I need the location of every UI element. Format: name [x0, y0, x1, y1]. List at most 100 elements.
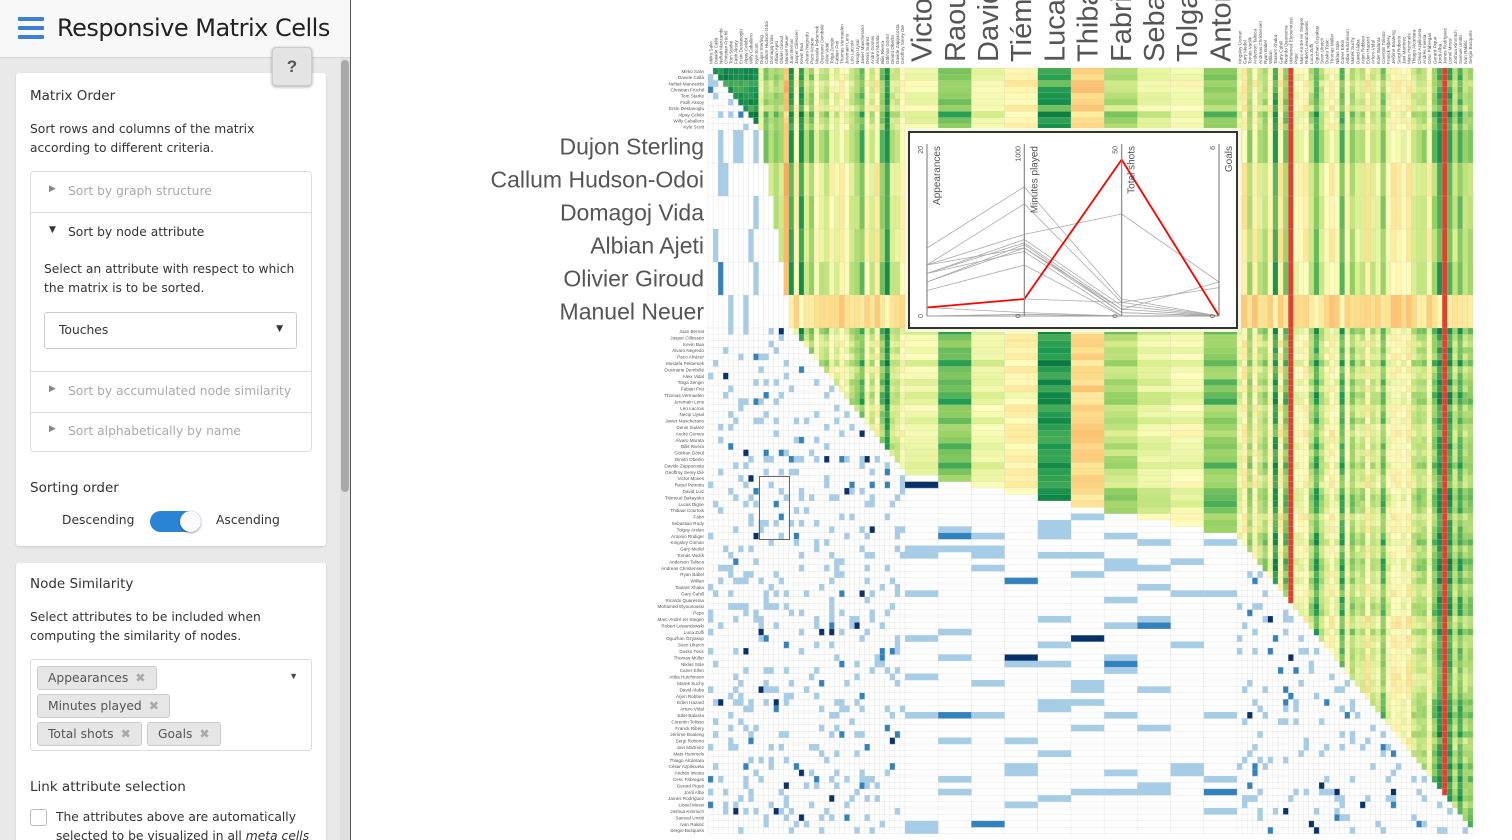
matrix-cell[interactable] — [1349, 590, 1356, 597]
matrix-cell[interactable] — [1277, 385, 1284, 393]
matrix-cell[interactable] — [1334, 99, 1340, 106]
matrix-cell[interactable] — [839, 229, 845, 263]
matrix-cell[interactable] — [1370, 475, 1376, 482]
matrix-cell[interactable] — [1267, 532, 1274, 540]
matrix-cell[interactable] — [1319, 622, 1325, 629]
matrix-cell[interactable] — [1426, 635, 1433, 642]
matrix-cell[interactable] — [1390, 641, 1397, 649]
matrix-cell[interactable] — [1324, 417, 1330, 425]
matrix-cell[interactable] — [879, 105, 885, 112]
matrix-cell[interactable] — [1431, 417, 1438, 425]
matrix-cell[interactable] — [1442, 712, 1448, 719]
matrix-cell[interactable] — [1452, 347, 1458, 354]
matrix-cell[interactable] — [869, 328, 875, 335]
matrix-cell[interactable] — [773, 398, 779, 405]
matrix-cell[interactable] — [1037, 366, 1072, 373]
matrix-cell[interactable] — [854, 229, 860, 263]
matrix-cell[interactable] — [1411, 372, 1417, 380]
matrix-cell[interactable] — [1004, 92, 1038, 100]
matrix-cell[interactable] — [1360, 673, 1366, 681]
matrix-cell[interactable] — [1360, 584, 1366, 591]
matrix-cell[interactable] — [753, 488, 759, 495]
matrix-cell[interactable] — [1370, 481, 1376, 489]
matrix-cell[interactable] — [938, 430, 972, 437]
matrix-cell[interactable] — [1447, 539, 1453, 546]
matrix-cell[interactable] — [1104, 443, 1138, 450]
matrix-cell[interactable] — [894, 105, 901, 112]
matrix-cell[interactable] — [1262, 123, 1268, 131]
matrix-cell[interactable] — [854, 622, 860, 629]
matrix-cell[interactable] — [1277, 481, 1284, 489]
matrix-cell[interactable] — [1252, 353, 1258, 361]
matrix-cell[interactable] — [1406, 360, 1412, 367]
matrix-cell[interactable] — [1442, 340, 1448, 348]
matrix-cell[interactable] — [1390, 468, 1397, 476]
matrix-cell[interactable] — [1375, 449, 1381, 457]
matrix-cell[interactable] — [1334, 366, 1340, 373]
matrix-cell[interactable] — [1385, 262, 1392, 296]
matrix-cell[interactable] — [1426, 590, 1433, 597]
matrix-cell[interactable] — [1277, 372, 1284, 380]
matrix-cell[interactable] — [1406, 667, 1412, 674]
matrix-cell[interactable] — [1329, 590, 1335, 597]
matrix-cell[interactable] — [938, 737, 972, 745]
matrix-cell[interactable] — [1283, 513, 1289, 521]
matrix-cell[interactable] — [1411, 724, 1417, 732]
matrix-cell[interactable] — [753, 769, 759, 777]
matrix-cell[interactable] — [834, 80, 840, 87]
matrix-cell[interactable] — [1334, 92, 1340, 100]
matrix-cell[interactable] — [1272, 635, 1279, 642]
matrix-cell[interactable] — [1416, 111, 1422, 118]
matrix-cell[interactable] — [1416, 712, 1422, 719]
matrix-cell[interactable] — [1272, 404, 1279, 412]
matrix-cell[interactable] — [1390, 494, 1397, 501]
matrix-cell[interactable] — [1411, 603, 1417, 610]
matrix-cell[interactable] — [1426, 660, 1433, 668]
matrix-cell[interactable] — [708, 609, 714, 617]
matrix-cell[interactable] — [1462, 513, 1468, 521]
matrix-cell[interactable] — [1303, 353, 1309, 361]
matrix-cell[interactable] — [1401, 488, 1407, 495]
matrix-cell[interactable] — [1288, 513, 1294, 521]
matrix-cell[interactable] — [1467, 163, 1474, 197]
matrix-cell[interactable] — [1308, 340, 1315, 348]
matrix-cell[interactable] — [829, 360, 835, 367]
matrix-cell[interactable] — [1137, 564, 1171, 572]
matrix-cell[interactable] — [1277, 111, 1284, 118]
matrix-cell[interactable] — [938, 545, 972, 553]
matrix-cell[interactable] — [1401, 616, 1407, 623]
matrix-cell[interactable] — [1349, 295, 1356, 329]
matrix-cell[interactable] — [778, 328, 784, 335]
matrix-cell[interactable] — [1365, 379, 1371, 386]
matrix-cell[interactable] — [1426, 532, 1433, 540]
matrix-cell[interactable] — [1457, 398, 1463, 405]
matrix-cell[interactable] — [1354, 86, 1361, 93]
matrix-cell[interactable] — [803, 334, 810, 341]
matrix-cell[interactable] — [1385, 648, 1392, 655]
matrix-cell[interactable] — [1467, 769, 1474, 777]
matrix-cell[interactable] — [938, 123, 972, 131]
matrix-cell[interactable] — [1447, 744, 1453, 751]
matrix-cell[interactable] — [938, 347, 972, 354]
matrix-cell[interactable] — [1242, 686, 1248, 693]
matrix-cell[interactable] — [1360, 462, 1366, 469]
matrix-cell[interactable] — [1426, 99, 1433, 106]
matrix-cell[interactable] — [1452, 660, 1458, 668]
matrix-cell[interactable] — [1252, 92, 1258, 100]
matrix-cell[interactable] — [829, 340, 835, 348]
matrix-cell[interactable] — [1421, 718, 1427, 725]
matrix-cell[interactable] — [894, 347, 901, 354]
matrix-cell[interactable] — [1339, 130, 1345, 164]
matrix-cell[interactable] — [1344, 328, 1351, 335]
matrix-cell[interactable] — [829, 596, 835, 604]
matrix-cell[interactable] — [1411, 532, 1417, 540]
matrix-cell[interactable] — [859, 456, 865, 463]
matrix-cell[interactable] — [971, 424, 1005, 431]
matrix-cell[interactable] — [889, 86, 896, 93]
matrix-cell[interactable] — [1365, 686, 1371, 693]
matrix-cell[interactable] — [1262, 616, 1268, 623]
matrix-cell[interactable] — [1401, 411, 1407, 418]
matrix-cell[interactable] — [1313, 229, 1320, 263]
matrix-cell[interactable] — [1401, 507, 1407, 514]
matrix-cell[interactable] — [869, 68, 875, 75]
